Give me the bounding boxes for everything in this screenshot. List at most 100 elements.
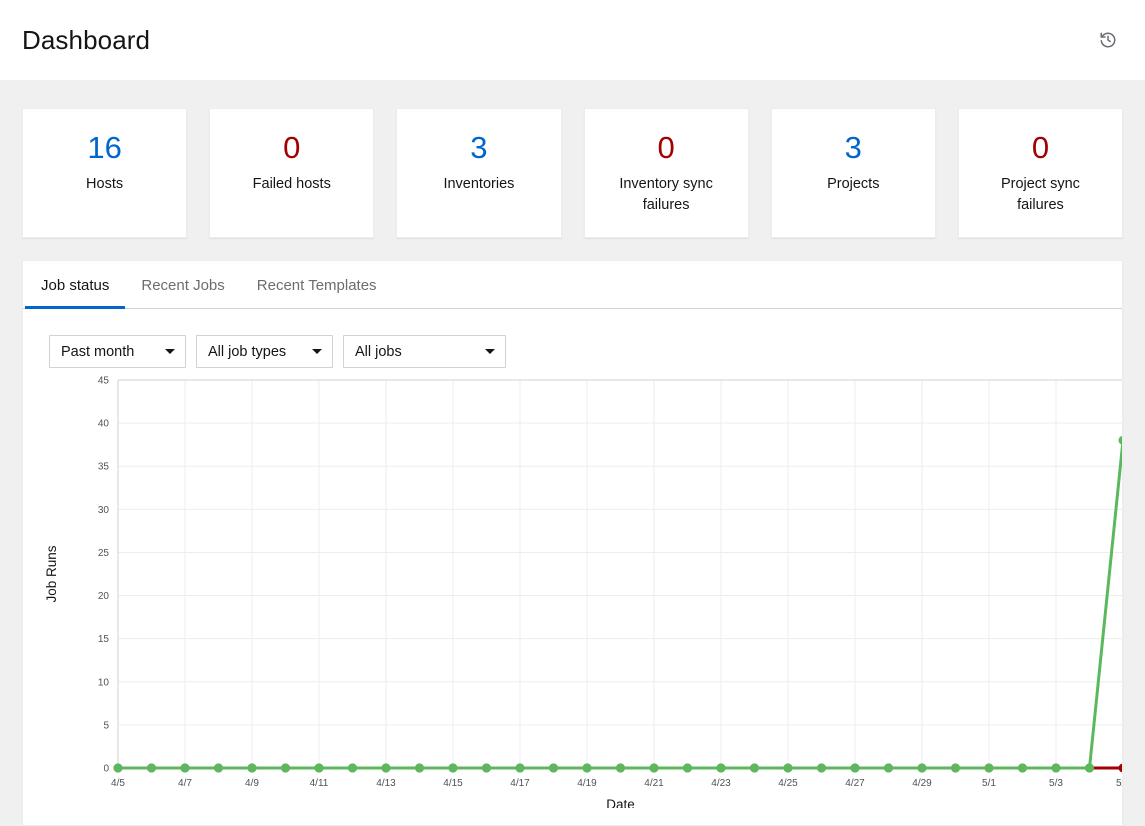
- job-status-chart: 0 5 10 15 20 25 30 35 40 45 4/5 4/7 4/9 4/11 4/13 4/15 4…: [23, 368, 1122, 808]
- tab-recent-jobs[interactable]: Recent Jobs: [125, 261, 240, 308]
- job-runs-line-chart: 0 5 10 15 20 25 30 35 40 45 4/5 4/7 4/9 4/11 4/13 4/15 4…: [44, 376, 1123, 808]
- x-tick-label: 4/25: [778, 778, 798, 789]
- x-axis-title: Date: [606, 797, 635, 808]
- data-point: [616, 763, 625, 773]
- job-type-select[interactable]: All job types: [196, 335, 333, 368]
- data-point: [348, 763, 357, 773]
- y-tick-label: 10: [98, 677, 110, 688]
- tab-bar: Job status Recent Jobs Recent Templates: [23, 261, 1122, 309]
- data-point: [113, 763, 123, 773]
- x-tick-label: 4/7: [178, 778, 192, 789]
- stat-value: 0: [657, 130, 675, 165]
- data-point: [214, 763, 223, 773]
- period-select-value: Past month: [61, 343, 135, 360]
- chevron-down-icon: [312, 349, 322, 354]
- y-tick-label: 35: [98, 462, 110, 473]
- series-successful: [113, 435, 1122, 773]
- x-tick-label: 4/15: [443, 778, 463, 789]
- x-tick-label: 4/9: [245, 778, 259, 789]
- stat-card-project-sync-failures[interactable]: 0 Project sync failures: [957, 108, 1124, 238]
- stat-label: Failed hosts: [252, 176, 331, 192]
- page-header: Dashboard: [0, 0, 1145, 80]
- stat-value: 16: [87, 130, 122, 165]
- x-tick-label: 5/3: [1049, 778, 1063, 789]
- stat-card-hosts[interactable]: 16 Hosts: [22, 108, 188, 238]
- y-tick-label: 20: [98, 591, 110, 602]
- x-tick-label: 4/19: [577, 778, 597, 789]
- data-point: [1018, 763, 1027, 773]
- data-point: [1051, 763, 1061, 773]
- stat-label: Hosts: [86, 176, 124, 192]
- x-tick-label: 4/23: [711, 778, 731, 789]
- page-title: Dashboard: [22, 24, 151, 55]
- filter-bar: Past month All job types All jobs: [23, 309, 1122, 368]
- data-point: [281, 763, 290, 773]
- data-point: [515, 763, 525, 773]
- stat-card-inventories[interactable]: 3 Inventories: [396, 108, 562, 238]
- job-select-value: All jobs: [355, 343, 402, 360]
- data-point: [951, 763, 960, 773]
- stats-row: 16 Hosts 0 Failed hosts 3 Inventories 0 …: [0, 80, 1145, 238]
- job-select[interactable]: All jobs: [343, 335, 506, 368]
- data-point: [415, 763, 424, 773]
- stat-card-failed-hosts[interactable]: 0 Failed hosts: [209, 108, 375, 238]
- x-tick-label: 4/5: [111, 778, 125, 789]
- stat-card-projects[interactable]: 3 Projects: [770, 108, 936, 238]
- data-point: [884, 763, 893, 773]
- x-tick-label: 4/13: [376, 778, 396, 789]
- data-point: [180, 763, 190, 773]
- y-axis-title: Job Runs: [44, 545, 59, 602]
- y-tick-label: 15: [98, 634, 110, 645]
- data-point: [147, 763, 156, 773]
- x-tick-label: 5/5: [1116, 778, 1123, 789]
- x-tick-label: 4/17: [510, 778, 530, 789]
- data-point: [1118, 763, 1122, 773]
- data-point: [716, 763, 726, 773]
- data-point: [649, 763, 659, 773]
- y-tick-label: 5: [103, 720, 109, 731]
- stat-value: 3: [844, 130, 862, 165]
- y-tick-label: 45: [98, 376, 110, 387]
- data-point: [582, 763, 592, 773]
- data-point: [1118, 435, 1122, 445]
- data-point: [817, 763, 826, 773]
- x-tick-label: 5/1: [982, 778, 996, 789]
- header-actions: [1093, 25, 1123, 55]
- period-select[interactable]: Past month: [49, 335, 186, 368]
- stat-label: Projects: [827, 176, 880, 192]
- y-tick-label: 25: [98, 548, 110, 559]
- chevron-down-icon: [485, 349, 495, 354]
- data-point: [683, 763, 692, 773]
- history-icon-button[interactable]: [1093, 25, 1123, 55]
- data-point: [448, 763, 458, 773]
- x-tick-label: 4/29: [912, 778, 932, 789]
- data-point: [750, 763, 759, 773]
- data-point: [247, 763, 257, 773]
- data-point: [783, 763, 793, 773]
- data-point: [549, 763, 558, 773]
- stat-value: 0: [283, 130, 301, 165]
- x-tick-label: 4/27: [845, 778, 865, 789]
- tab-job-status[interactable]: Job status: [25, 261, 126, 309]
- data-point: [984, 763, 994, 773]
- data-point: [314, 763, 324, 773]
- job-type-select-value: All job types: [208, 343, 287, 360]
- stat-label: Inventory sync failures: [619, 176, 713, 213]
- data-point: [1085, 763, 1094, 773]
- stat-card-inventory-sync-failures[interactable]: 0 Inventory sync failures: [583, 108, 749, 238]
- data-point: [482, 763, 491, 773]
- series-line: [116, 439, 1122, 770]
- stat-label: Inventories: [443, 176, 515, 192]
- tab-recent-templates[interactable]: Recent Templates: [241, 261, 393, 308]
- data-point: [850, 763, 860, 773]
- stat-value: 0: [1031, 130, 1050, 165]
- history-icon: [1099, 31, 1117, 49]
- chevron-down-icon: [165, 349, 175, 354]
- y-tick-label: 0: [103, 764, 109, 775]
- x-tick-label: 4/21: [644, 778, 664, 789]
- data-point: [917, 763, 927, 773]
- stat-value: 3: [470, 130, 488, 165]
- data-point: [381, 763, 391, 773]
- x-tick-label: 4/11: [310, 778, 329, 789]
- y-tick-label: 30: [98, 505, 110, 516]
